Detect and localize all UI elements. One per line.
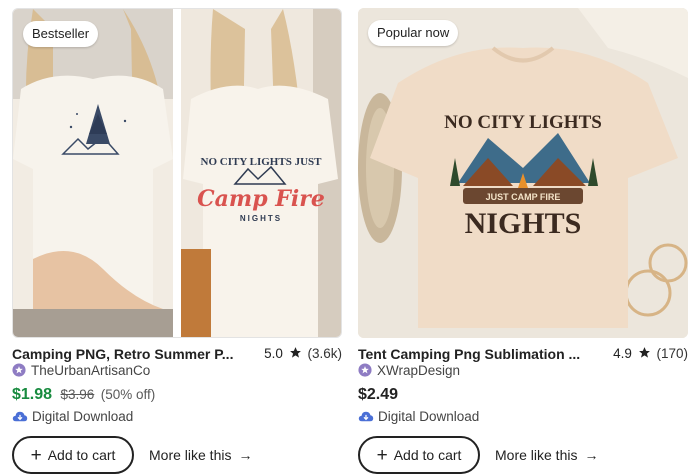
more-like-this-label: More like this [495, 447, 578, 463]
review-count: (170) [656, 346, 688, 361]
star-seller-icon [358, 363, 372, 377]
star-seller-icon [12, 363, 26, 377]
shirt-text-middle: JUST CAMP FIRE [486, 192, 561, 202]
popular-now-badge: Popular now [368, 20, 459, 46]
plus-icon: + [30, 444, 42, 466]
price: $2.49 [358, 386, 399, 403]
listing-card-1[interactable]: NO CITY LIGHTS JUST CAMP FIRE NIGHTS Pop… [358, 8, 688, 474]
rating: 4.9 (170) [613, 346, 688, 361]
plus-icon: + [376, 444, 388, 466]
cloud-download-icon [358, 411, 374, 422]
discount: (50% off) [100, 387, 156, 402]
more-like-this-link[interactable]: More like this → [149, 447, 252, 463]
shirt-text-bottom: NIGHTS [465, 207, 582, 240]
price-row: $1.98 $3.96 (50% off) [12, 386, 155, 404]
shirt-text-top: NO CITY LIGHTS [444, 112, 602, 133]
arrow-right-icon: → [238, 447, 253, 463]
product-photo: NO CITY LIGHTS JUST Camp Fire NIGHTS [13, 9, 341, 337]
listing-title[interactable]: Camping PNG, Retro Summer P... [12, 346, 233, 362]
add-to-cart-label: Add to cart [47, 447, 116, 463]
price-row: $2.49 [358, 386, 398, 404]
product-photo: NO CITY LIGHTS JUST CAMP FIRE NIGHTS [358, 8, 688, 338]
shop-name[interactable]: TheUrbanArtisanCo [31, 363, 150, 378]
delivery-label: Digital Download [378, 409, 480, 424]
arrow-right-icon: → [584, 447, 599, 463]
cloud-download-icon [12, 411, 28, 422]
shirt-back-text-script: Camp Fire [197, 186, 325, 212]
more-like-this-link[interactable]: More like this → [495, 447, 598, 463]
delivery-label: Digital Download [32, 409, 134, 424]
add-to-cart-button[interactable]: + Add to cart [12, 436, 134, 474]
add-to-cart-button[interactable]: + Add to cart [358, 436, 480, 474]
star-icon [289, 347, 301, 358]
listing-title[interactable]: Tent Camping Png Sublimation ... [358, 346, 580, 362]
shop-name[interactable]: XWrapDesign [377, 363, 460, 378]
shop-info: XWrapDesign [358, 363, 460, 381]
original-price: $3.96 [60, 387, 95, 402]
rating: 5.0 (3.6k) [264, 346, 342, 361]
sale-price: $1.98 [12, 386, 53, 403]
star-icon [638, 347, 650, 358]
more-like-this-label: More like this [149, 447, 232, 463]
listing-image-0[interactable]: NO CITY LIGHTS JUST Camp Fire NIGHTS Bes… [12, 8, 342, 338]
listing-card-0[interactable]: NO CITY LIGHTS JUST Camp Fire NIGHTS Bes… [12, 8, 342, 474]
rating-score: 5.0 [264, 346, 283, 361]
delivery-info: Digital Download [358, 409, 479, 424]
delivery-info: Digital Download [12, 409, 133, 424]
add-to-cart-label: Add to cart [393, 447, 462, 463]
listing-image-1[interactable]: NO CITY LIGHTS JUST CAMP FIRE NIGHTS Pop… [358, 8, 688, 338]
bestseller-badge: Bestseller [23, 21, 99, 47]
rating-score: 4.9 [613, 346, 632, 361]
shirt-back-text-bottom: NIGHTS [240, 214, 282, 223]
shop-info: TheUrbanArtisanCo [12, 363, 150, 381]
review-count: (3.6k) [307, 346, 342, 361]
shirt-back-text-top: NO CITY LIGHTS JUST [201, 156, 323, 168]
